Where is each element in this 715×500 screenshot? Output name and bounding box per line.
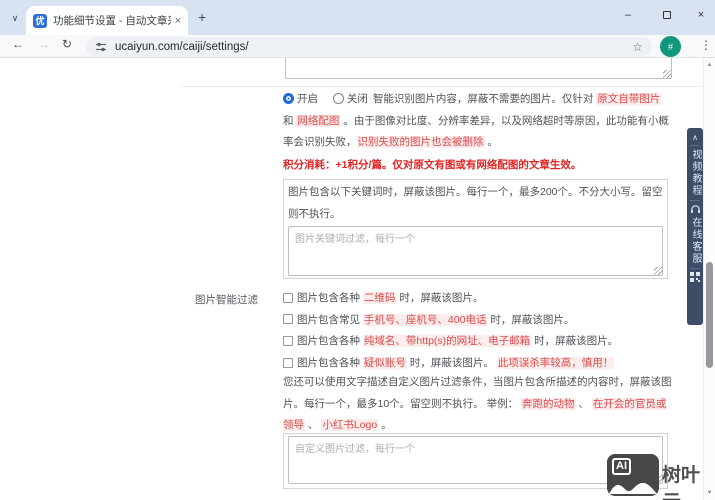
browser-tab[interactable]: 优 功能细节设置 - 自动文章采集器 × — [26, 6, 188, 35]
refresh-button[interactable]: ↻ — [62, 37, 72, 51]
checkbox-row-url: 图片包含各种 纯域名、带http(s)的网址、电子邮箱 时，屏蔽该图片。 — [283, 330, 672, 352]
tab-title: 功能细节设置 - 自动文章采集器 — [53, 15, 171, 27]
watermark-ai-image-icon: AI — [607, 454, 659, 496]
tab-strip: ∨ 优 功能细节设置 - 自动文章采集器 × + – × — [0, 0, 715, 35]
profile-avatar[interactable]: # — [660, 36, 681, 57]
checkbox-row-label: 图片包含各种 二维码 时，屏蔽该图片。 — [297, 292, 484, 305]
keyword-filter-textarea-wrap — [288, 226, 663, 276]
widget-divider — [690, 145, 700, 146]
scroll-down-arrow[interactable]: ▼ — [704, 490, 715, 496]
tab-search-chevron-icon[interactable]: ∨ — [7, 10, 23, 26]
checkbox-row-qrcode: 图片包含各种 二维码 时，屏蔽该图片。 — [283, 287, 672, 309]
keyword-filter-description: 图片包含以下关键词时，屏蔽该图片。每行一个，最多200个。不分大小写。留空则不执… — [288, 186, 663, 220]
phone-checkbox[interactable] — [283, 314, 293, 325]
image-smart-filter-label: 图片智能过滤 — [195, 294, 258, 306]
widget-divider — [690, 268, 700, 269]
previous-setting-textarea-wrap — [285, 58, 672, 79]
keyword-filter-box: 图片包含以下关键词时，屏蔽该图片。每行一个，最多200个。不分大小写。留空则不执… — [283, 179, 668, 279]
smart-recognition-paragraph: 开启 关闭 智能识别图片内容，屏蔽不需要的图片。仅针对 原文自带图片 和 网络配… — [283, 89, 672, 154]
checkbox-row-label: 图片包含各种 疑似账号 时，屏蔽该图片。 此项误杀率较高，慎用！ — [297, 357, 615, 370]
collapse-chevron-icon[interactable]: ∧ — [692, 133, 698, 142]
qrcode-checkbox[interactable] — [283, 292, 293, 303]
floating-side-widget: ∧ 视频教程 在线客服 — [687, 128, 703, 325]
site-favicon: 优 — [33, 13, 47, 28]
scroll-up-arrow[interactable]: ▲ — [704, 62, 715, 68]
new-tab-button[interactable]: + — [198, 9, 206, 25]
radio-off[interactable] — [332, 92, 344, 104]
page-content: 开启 关闭 智能识别图片内容，屏蔽不需要的图片。仅针对 原文自带图片 和 网络配… — [0, 58, 703, 500]
radio-on-label: 开启 — [297, 93, 318, 105]
bookmark-star-icon[interactable]: ☆ — [632, 40, 643, 54]
widget-divider — [690, 200, 700, 201]
url-email-checkbox[interactable] — [283, 335, 293, 346]
checkbox-row-label: 图片包含各种 纯域名、带http(s)的网址、电子邮箱 时，屏蔽该图片。 — [297, 335, 619, 348]
resize-grip[interactable] — [654, 267, 662, 275]
headset-icon — [690, 205, 700, 214]
mountain-icon — [609, 482, 657, 494]
online-service-button[interactable]: 在线客服 — [687, 217, 703, 265]
account-checkbox[interactable] — [283, 357, 293, 368]
restore-icon — [663, 11, 671, 19]
radio-on[interactable] — [283, 92, 294, 104]
checkbox-row-phone: 图片包含常见 手机号、座机号、400电话 时，屏蔽该图片。 — [283, 309, 672, 331]
custom-filter-description: 您还可以使用文字描述自定义图片过滤条件，当图片包含所描述的内容时，屏蔽该图片。每… — [283, 376, 672, 431]
image-filter-checkbox-list: 图片包含各种 二维码 时，屏蔽该图片。 图片包含常见 手机号、座机号、400电话… — [283, 287, 672, 373]
scrollbar-thumb[interactable] — [706, 262, 713, 368]
resize-grip[interactable] — [663, 70, 671, 78]
video-tutorial-button[interactable]: 视频教程 — [687, 149, 703, 197]
checkbox-row-account: 图片包含各种 疑似账号 时，屏蔽该图片。 此项误杀率较高，慎用！ — [283, 352, 672, 374]
forward-button[interactable]: → — [38, 37, 50, 51]
row-divider — [181, 86, 703, 87]
ai-badge: AI — [612, 458, 631, 475]
tab-close-icon[interactable]: × — [175, 15, 181, 27]
qr-code-icon[interactable] — [690, 272, 700, 282]
window-minimize-button[interactable]: – — [613, 0, 643, 30]
previous-setting-textarea[interactable] — [285, 58, 672, 79]
watermark-brand-text: 树叶云 — [662, 465, 701, 500]
site-info-icon[interactable] — [95, 41, 107, 53]
radio-off-label: 关闭 — [346, 93, 368, 105]
checkbox-row-label: 图片包含常见 手机号、座机号、400电话 时，屏蔽该图片。 — [297, 313, 575, 326]
url-text[interactable]: ucaiyun.com/caiji/settings/ — [115, 41, 632, 53]
window-maximize-button[interactable] — [652, 0, 682, 30]
keyword-filter-textarea[interactable] — [288, 226, 663, 276]
browser-menu-icon[interactable]: ⋮ — [700, 38, 712, 52]
address-bar[interactable]: ucaiyun.com/caiji/settings/ ☆ — [86, 37, 652, 56]
window-close-button[interactable]: × — [686, 0, 715, 30]
points-cost-note: 积分消耗：+1积分/篇。仅对原文有图或有网络配图的文章生效。 — [283, 159, 582, 171]
back-button[interactable]: ← — [12, 37, 24, 51]
vertical-scrollbar[interactable]: ▲ ▼ — [703, 58, 715, 500]
browser-window: ∨ 优 功能细节设置 - 自动文章采集器 × + – × ← → ↻ ucaiy… — [0, 0, 715, 500]
